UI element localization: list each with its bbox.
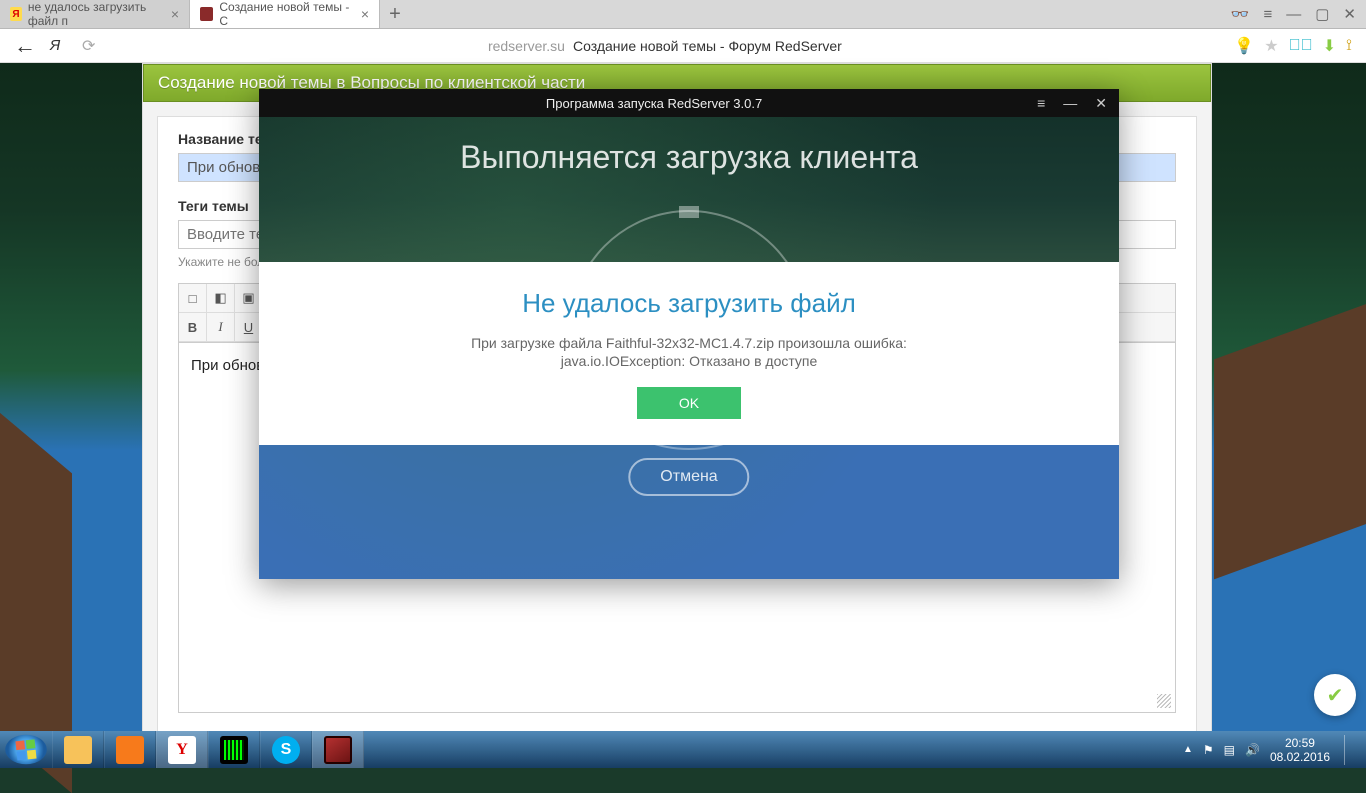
- tray-expand-icon[interactable]: ▲: [1183, 744, 1193, 755]
- new-tab-button[interactable]: +: [380, 0, 410, 28]
- taskbar-item-yandex-browser[interactable]: Y: [156, 731, 208, 768]
- compass-icon[interactable]: ⟟: [1346, 37, 1352, 55]
- media-player-icon: [116, 736, 144, 764]
- launcher-body: Выполняется загрузка клиента Отмена Не у…: [259, 117, 1119, 579]
- taskbar-item-mediaplayer[interactable]: [104, 731, 156, 768]
- site-icon: [200, 7, 213, 21]
- maximize-icon[interactable]: ▢: [1315, 5, 1329, 23]
- close-window-icon[interactable]: ✕: [1343, 5, 1356, 23]
- launcher-menu-icon[interactable]: ≡: [1037, 95, 1045, 112]
- lightbulb-icon[interactable]: 💡: [1234, 36, 1254, 56]
- eraser-icon[interactable]: ◧: [207, 284, 235, 312]
- download-icon[interactable]: ⬇: [1323, 36, 1336, 56]
- tab-title: не удалось загрузить файл п: [28, 0, 165, 28]
- yandex-icon: Я: [10, 7, 22, 21]
- error-line-2: java.io.IOException: Отказано в доступе: [279, 353, 1099, 369]
- adguard-shield-icon[interactable]: ✔: [1314, 674, 1356, 716]
- browser-tab[interactable]: Я не удалось загрузить файл п ×: [0, 0, 190, 28]
- browser-address-bar: ← Я ⟳ redserver.su Создание новой темы -…: [0, 29, 1366, 63]
- volume-icon[interactable]: 🔊: [1245, 743, 1260, 757]
- incognito-icon[interactable]: 👓: [1231, 5, 1250, 23]
- tray-date: 08.02.2016: [1270, 750, 1330, 764]
- windows-logo-icon: [15, 739, 36, 760]
- launcher-title-text: Программа запуска RedServer 3.0.7: [271, 96, 1037, 111]
- taskbar-item-monitor[interactable]: [208, 731, 260, 768]
- close-icon[interactable]: ×: [171, 6, 179, 22]
- protect-shield-icon[interactable]: ⌄⃝: [1289, 37, 1313, 55]
- yandex-browser-icon: Y: [168, 736, 196, 764]
- show-desktop-button[interactable]: [1344, 735, 1358, 765]
- yandex-logo-icon[interactable]: Я: [50, 37, 68, 55]
- close-icon[interactable]: ×: [361, 6, 369, 22]
- browser-tab[interactable]: Создание новой темы - С ×: [190, 0, 380, 28]
- launcher-close-icon[interactable]: ✕: [1095, 95, 1107, 112]
- taskbar-item-explorer[interactable]: [52, 731, 104, 768]
- skype-icon: S: [272, 736, 300, 764]
- system-tray: ▲ ⚑ ▤ 🔊 20:59 08.02.2016: [1175, 735, 1366, 765]
- error-title: Не удалось загрузить файл: [279, 288, 1099, 319]
- url-host: redserver.su: [488, 38, 565, 54]
- tray-time: 20:59: [1270, 736, 1330, 750]
- bold-button[interactable]: B: [179, 313, 207, 341]
- launcher-banner: Выполняется загрузка клиента: [259, 139, 1119, 176]
- menu-icon[interactable]: ≡: [1263, 6, 1272, 23]
- browser-tab-strip: Я не удалось загрузить файл п × Создание…: [0, 0, 1366, 29]
- clock[interactable]: 20:59 08.02.2016: [1270, 736, 1330, 764]
- bookmark-star-icon[interactable]: ★: [1264, 36, 1278, 56]
- error-dialog: Не удалось загрузить файл При загрузке ф…: [259, 262, 1119, 445]
- cancel-button[interactable]: Отмена: [628, 458, 749, 496]
- url-title: Создание новой темы - Форум RedServer: [573, 38, 842, 54]
- back-button[interactable]: ←: [14, 33, 36, 59]
- resize-grip-icon[interactable]: [1157, 694, 1171, 708]
- network-icon[interactable]: ▤: [1224, 743, 1235, 757]
- monitor-icon: [220, 736, 248, 764]
- omnibox[interactable]: redserver.su Создание новой темы - Форум…: [109, 38, 1220, 54]
- launcher-window: Программа запуска RedServer 3.0.7 ≡ — ✕ …: [259, 89, 1119, 579]
- folder-icon: [64, 736, 92, 764]
- launcher-cube-icon: [324, 736, 352, 764]
- ok-button[interactable]: OK: [637, 387, 741, 419]
- reload-button[interactable]: ⟳: [82, 36, 95, 56]
- window-controls: 👓 ≡ — ▢ ✕: [1221, 0, 1366, 28]
- taskbar-item-launcher[interactable]: [312, 731, 364, 768]
- taskbar: Y S ▲ ⚑ ▤ 🔊 20:59 08.02.2016: [0, 731, 1366, 768]
- italic-button[interactable]: I: [207, 313, 235, 341]
- start-button[interactable]: [5, 735, 47, 765]
- tab-title: Создание новой темы - С: [219, 0, 354, 28]
- error-line-1: При загрузке файла Faithful-32x32-MC1.4.…: [279, 335, 1099, 351]
- flag-icon[interactable]: ⚑: [1203, 743, 1214, 757]
- launcher-minimize-icon[interactable]: —: [1063, 95, 1077, 112]
- launcher-titlebar[interactable]: Программа запуска RedServer 3.0.7 ≡ — ✕: [259, 89, 1119, 117]
- minimize-icon[interactable]: —: [1286, 6, 1301, 23]
- toggle-format-icon[interactable]: □: [179, 284, 207, 312]
- taskbar-item-skype[interactable]: S: [260, 731, 312, 768]
